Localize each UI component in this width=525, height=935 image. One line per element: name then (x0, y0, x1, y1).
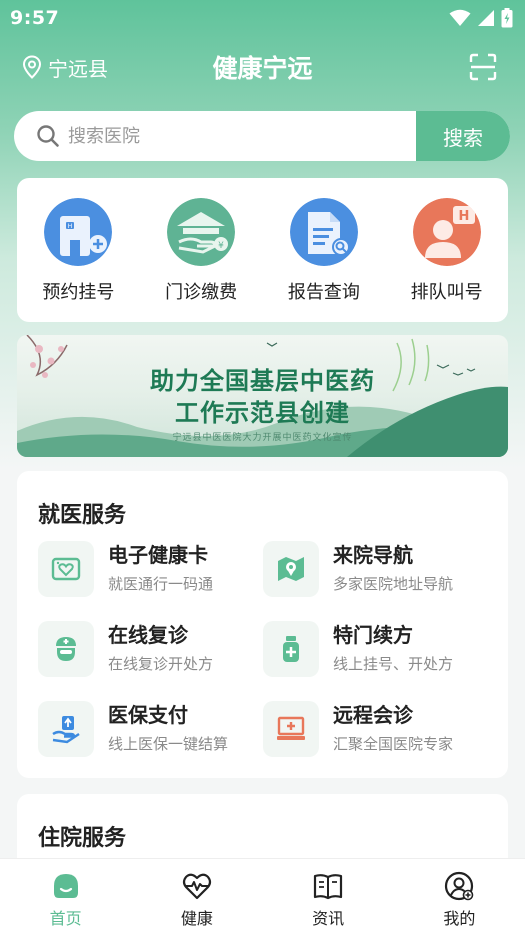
search-icon-wrap (14, 111, 60, 161)
tab-news[interactable]: 资讯 (273, 871, 383, 929)
svg-text:¥: ¥ (218, 241, 224, 251)
service-name: 特门续方 (333, 623, 413, 647)
heart-pulse-icon (182, 873, 211, 900)
remote-consult-icon (263, 701, 319, 757)
service-desc: 线上挂号、开处方 (333, 655, 454, 673)
bottom-tab-bar: 首页 健康 资讯 我的 (0, 858, 525, 935)
quick-action-payment[interactable]: ¥ 门诊缴费 (146, 198, 256, 304)
service-remote-consult[interactable]: 远程会诊 汇聚全国医院专家 (263, 701, 493, 761)
app-header: 宁远县 健康宁远 (0, 46, 525, 88)
section-title: 住院服务 (38, 826, 127, 851)
report-search-icon (289, 198, 358, 266)
service-health-card[interactable]: 电子健康卡 就医通行一码通 (38, 541, 268, 601)
medicine-bottle-icon (263, 621, 319, 677)
service-desc: 线上医保一键结算 (108, 735, 229, 753)
search-input[interactable] (60, 111, 416, 161)
service-name: 电子健康卡 (108, 543, 208, 567)
map-navigation-icon (263, 541, 319, 597)
quick-action-label: 预约挂号 (42, 282, 115, 303)
status-time: 9:57 (10, 7, 60, 29)
search-button[interactable]: 搜索 (416, 111, 510, 161)
tab-profile[interactable]: 我的 (404, 871, 514, 929)
search-icon (37, 125, 59, 147)
svg-text:H: H (458, 209, 469, 224)
insurance-pay-icon (38, 701, 94, 757)
health-card-icon (38, 541, 94, 597)
quick-actions-card: H 预约挂号 ¥ 门诊缴费 报告查询 H 排队叫号 (17, 178, 508, 322)
service-desc: 多家医院地址导航 (333, 575, 454, 593)
scan-button[interactable] (469, 53, 497, 81)
payment-icon: ¥ (167, 198, 236, 266)
service-desc: 汇聚全国医院专家 (333, 735, 454, 753)
svg-text:H: H (68, 223, 73, 230)
quick-action-label: 门诊缴费 (165, 282, 238, 303)
quick-action-label: 报告查询 (287, 282, 360, 303)
home-icon (53, 874, 78, 898)
section-title: 就医服务 (38, 503, 127, 528)
battery-charging-icon (501, 8, 513, 28)
service-name: 医保支付 (108, 703, 188, 727)
signal-icon (478, 10, 494, 26)
tab-label: 资讯 (312, 909, 345, 928)
tab-label: 健康 (180, 909, 213, 928)
banner-title-line2: 工作示范县创建 (175, 398, 350, 427)
service-desc: 在线复诊开处方 (108, 655, 214, 673)
profile-icon (445, 871, 474, 901)
location-pin-icon (22, 55, 42, 79)
book-icon (314, 874, 343, 900)
wifi-icon (449, 9, 471, 26)
service-navigation[interactable]: 来院导航 多家医院地址导航 (263, 541, 493, 601)
quick-action-label: 排队叫号 (410, 282, 483, 303)
tab-home[interactable]: 首页 (11, 871, 121, 929)
status-icons (449, 8, 513, 28)
search-bar: 搜索 (14, 111, 510, 161)
status-bar: 9:57 (0, 0, 525, 36)
tab-label: 首页 (49, 909, 82, 928)
medical-services-card: 就医服务 电子健康卡 就医通行一码通 来院导航 多家医院地址导航 在线复诊 在线… (17, 471, 508, 778)
service-online-revisit[interactable]: 在线复诊 在线复诊开处方 (38, 621, 268, 681)
quick-action-appointment[interactable]: H 预约挂号 (23, 198, 133, 304)
location-label: 宁远县 (48, 56, 108, 81)
tab-health[interactable]: 健康 (142, 871, 252, 929)
service-special-refill[interactable]: 特门续方 线上挂号、开处方 (263, 621, 493, 681)
scan-icon (469, 53, 497, 81)
quick-action-report[interactable]: 报告查询 (269, 198, 379, 304)
hospital-icon: H (44, 198, 113, 266)
location-selector[interactable]: 宁远县 (22, 53, 108, 82)
service-desc: 就医通行一码通 (108, 575, 214, 593)
service-name: 在线复诊 (108, 623, 188, 647)
banner-subtitle: 宁远县中医医院大力开展中医药文化宣传 (172, 433, 353, 443)
doctor-icon (38, 621, 94, 677)
service-name: 来院导航 (333, 543, 413, 567)
banner-title-line1: 助力全国基层中医药 (150, 366, 375, 395)
queue-call-icon: H (412, 198, 481, 266)
quick-action-queue[interactable]: H 排队叫号 (392, 198, 502, 304)
service-insurance-pay[interactable]: 医保支付 线上医保一键结算 (38, 701, 268, 761)
service-name: 远程会诊 (333, 703, 413, 727)
tab-label: 我的 (443, 909, 476, 928)
promo-banner[interactable]: 助力全国基层中医药 工作示范县创建 宁远县中医医院大力开展中医药文化宣传 (17, 335, 508, 457)
